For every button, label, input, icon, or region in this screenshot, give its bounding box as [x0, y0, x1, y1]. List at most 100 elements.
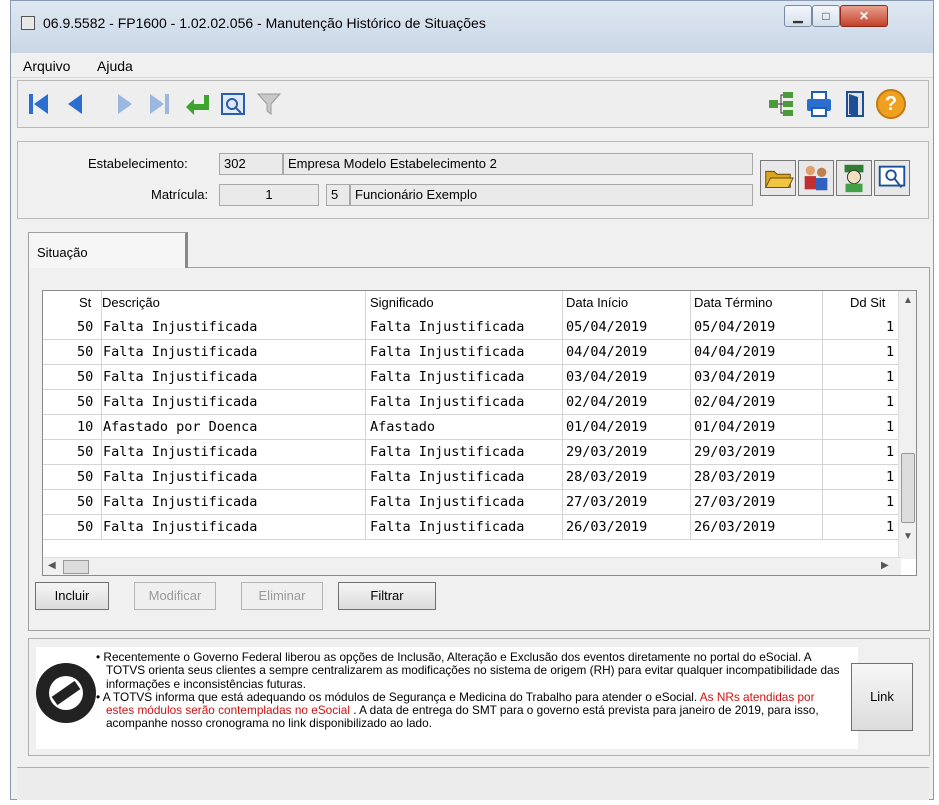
tab-situacao[interactable]: Situação: [28, 232, 188, 268]
table-row[interactable]: 50 Falta Injustificada Falta Injustifica…: [43, 490, 901, 515]
totvs-logo-icon: [36, 663, 96, 723]
cell-dd-sit: 1: [886, 494, 895, 510]
cell-st: 50: [77, 369, 94, 385]
cell-significado: Falta Injustificada: [370, 444, 525, 460]
toolbar: ?: [17, 80, 929, 128]
incluir-button[interactable]: Incluir: [35, 582, 109, 610]
cell-st: 10: [77, 419, 94, 435]
cell-dd-sit: 1: [886, 394, 895, 410]
return-icon[interactable]: [182, 89, 212, 119]
news-item-2-text: A TOTVS informa que está adequando os mó…: [102, 689, 698, 704]
horizontal-scroll-thumb[interactable]: [63, 560, 89, 574]
window-title: 06.9.5582 - FP1600 - 1.02.02.056 - Manut…: [43, 15, 486, 31]
cell-descricao: Falta Injustificada: [103, 469, 258, 485]
cell-data-inicio: 26/03/2019: [566, 519, 648, 535]
help-icon[interactable]: ?: [876, 89, 906, 119]
link-button[interactable]: Link: [851, 663, 913, 731]
maximize-button[interactable]: □: [812, 5, 840, 27]
table-row[interactable]: 50 Falta Injustificada Falta Injustifica…: [43, 365, 901, 390]
tab-situacao-label: Situação: [37, 245, 88, 260]
table-row[interactable]: 50 Falta Injustificada Falta Injustifica…: [43, 390, 901, 415]
cell-descricao: Falta Injustificada: [103, 494, 258, 510]
column-data-inicio[interactable]: Data Início: [566, 295, 628, 310]
vertical-scroll-thumb[interactable]: [901, 453, 915, 523]
scroll-right-icon[interactable]: ▶: [881, 560, 889, 571]
cell-data-termino: 05/04/2019: [694, 319, 776, 335]
cell-st: 50: [77, 469, 94, 485]
app-icon[interactable]: [21, 16, 35, 30]
cell-st: 50: [77, 519, 94, 535]
column-st[interactable]: St: [79, 295, 91, 310]
scroll-up-icon[interactable]: ▲: [903, 295, 913, 306]
filtrar-button[interactable]: Filtrar: [338, 582, 436, 610]
vertical-scrollbar[interactable]: ▲ ▼: [898, 291, 916, 559]
modificar-button[interactable]: Modificar: [134, 582, 216, 610]
table-row[interactable]: 50 Falta Injustificada Falta Injustifica…: [43, 515, 901, 540]
search-image-icon[interactable]: [874, 160, 910, 196]
menu-ajuda[interactable]: Ajuda: [97, 58, 133, 74]
cell-data-termino: 28/03/2019: [694, 469, 776, 485]
cell-significado: Falta Injustificada: [370, 494, 525, 510]
estabelecimento-code-field[interactable]: 302: [219, 153, 283, 175]
matricula-digit-field: 5: [326, 184, 350, 206]
cell-dd-sit: 1: [886, 319, 895, 335]
exit-door-icon[interactable]: [840, 89, 870, 119]
first-record-icon[interactable]: [24, 89, 54, 119]
cell-dd-sit: 1: [886, 369, 895, 385]
estabelecimento-label: Estabelecimento:: [88, 156, 188, 171]
column-dd-sit[interactable]: Dd Sit: [850, 295, 885, 310]
cell-data-termino: 02/04/2019: [694, 394, 776, 410]
table-row[interactable]: 10 Afastado por Doenca Afastado 01/04/20…: [43, 415, 901, 440]
table-row[interactable]: 50 Falta Injustificada Falta Injustifica…: [43, 465, 901, 490]
cell-data-termino: 29/03/2019: [694, 444, 776, 460]
cell-data-inicio: 03/04/2019: [566, 369, 648, 385]
cell-dd-sit: 1: [886, 419, 895, 435]
table-row[interactable]: 50 Falta Injustificada Falta Injustifica…: [43, 440, 901, 465]
minimize-icon: ▁: [793, 9, 803, 23]
scroll-left-icon[interactable]: ◀: [48, 560, 56, 571]
scroll-down-icon[interactable]: ▼: [903, 531, 913, 542]
news-text: • Recentemente o Governo Federal liberou…: [96, 650, 841, 731]
column-significado[interactable]: Significado: [370, 295, 434, 310]
cell-st: 50: [77, 344, 94, 360]
employee-header: Estabelecimento: 302 Empresa Modelo Esta…: [17, 141, 929, 219]
cell-st: 50: [77, 444, 94, 460]
cell-st: 50: [77, 494, 94, 510]
next-record-icon[interactable]: [110, 89, 140, 119]
title-bar[interactable]: 06.9.5582 - FP1600 - 1.02.02.056 - Manut…: [11, 1, 933, 53]
cell-st: 50: [77, 319, 94, 335]
close-button[interactable]: ✕: [840, 5, 888, 27]
cell-data-inicio: 04/04/2019: [566, 344, 648, 360]
employee-search-icon[interactable]: [836, 160, 872, 196]
cell-dd-sit: 1: [886, 444, 895, 460]
matricula-number-field[interactable]: 1: [219, 184, 319, 206]
cell-data-inicio: 29/03/2019: [566, 444, 648, 460]
open-folder-icon[interactable]: [760, 160, 796, 196]
last-record-icon[interactable]: [144, 89, 174, 119]
cell-significado: Falta Injustificada: [370, 469, 525, 485]
cell-data-inicio: 28/03/2019: [566, 469, 648, 485]
table-row[interactable]: 50 Falta Injustificada Falta Injustifica…: [43, 340, 901, 365]
matricula-label: Matrícula:: [151, 187, 209, 202]
cell-dd-sit: 1: [886, 344, 895, 360]
hierarchy-icon[interactable]: [766, 89, 796, 119]
table-row[interactable]: 50 Falta Injustificada Falta Injustifica…: [43, 315, 901, 340]
situations-grid[interactable]: St Descrição Significado Data Início Dat…: [42, 290, 917, 576]
column-descricao[interactable]: Descrição: [102, 295, 160, 310]
minimize-button[interactable]: ▁: [784, 5, 812, 27]
maximize-icon: □: [822, 9, 830, 23]
people-icon[interactable]: [798, 160, 834, 196]
menu-bar: Arquivo Ajuda: [11, 53, 933, 78]
cell-dd-sit: 1: [886, 469, 895, 485]
horizontal-scrollbar[interactable]: ◀ ▶: [43, 557, 901, 575]
cell-data-termino: 27/03/2019: [694, 494, 776, 510]
filter-icon[interactable]: [254, 89, 284, 119]
column-data-termino[interactable]: Data Término: [694, 295, 773, 310]
cell-descricao: Falta Injustificada: [103, 319, 258, 335]
cell-data-inicio: 05/04/2019: [566, 319, 648, 335]
print-icon[interactable]: [804, 89, 834, 119]
zoom-icon[interactable]: [218, 89, 248, 119]
previous-record-icon[interactable]: [60, 89, 90, 119]
menu-arquivo[interactable]: Arquivo: [23, 58, 70, 74]
eliminar-button[interactable]: Eliminar: [241, 582, 323, 610]
